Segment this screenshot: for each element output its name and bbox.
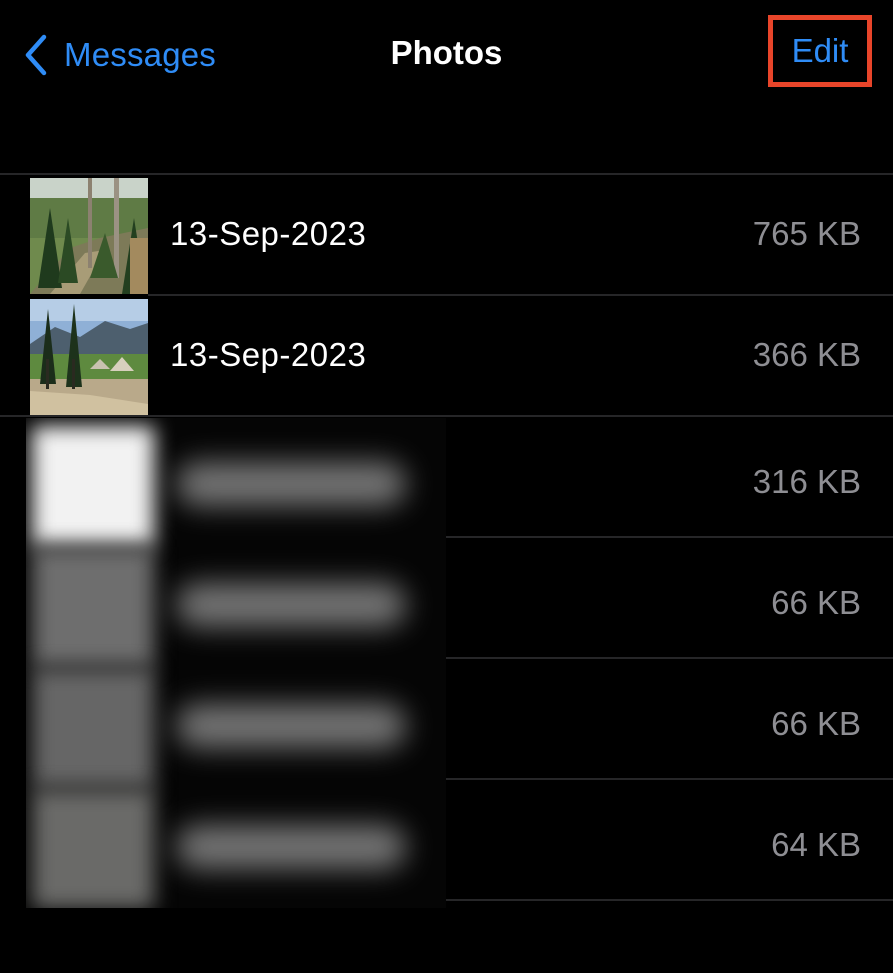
file-size: 64 KB xyxy=(771,826,861,863)
blurred-date xyxy=(176,825,406,869)
list-item[interactable]: 13-Sep-2023 366 KB xyxy=(0,296,893,417)
blurred-date xyxy=(176,704,406,748)
photo-thumbnail xyxy=(30,299,148,415)
list-item[interactable]: 13-Sep-2023 765 KB xyxy=(0,175,893,296)
divider xyxy=(446,899,893,901)
blurred-date xyxy=(176,462,406,506)
blurred-thumbnail xyxy=(32,426,154,546)
edit-button[interactable]: Edit xyxy=(768,15,872,87)
photo-thumbnail xyxy=(30,178,148,294)
redacted-region xyxy=(26,418,446,908)
navigation-bar: Messages Photos Edit xyxy=(0,0,893,110)
file-size: 316 KB xyxy=(752,463,861,500)
photo-date: 13-Sep-2023 xyxy=(170,215,367,252)
blurred-thumbnail xyxy=(32,789,154,908)
edit-label: Edit xyxy=(791,32,849,69)
page-title: Photos xyxy=(390,34,503,71)
blurred-thumbnail xyxy=(32,668,154,788)
file-size: 66 KB xyxy=(771,584,861,621)
file-size: 66 KB xyxy=(771,705,861,742)
blurred-date xyxy=(176,583,406,627)
file-size: 765 KB xyxy=(752,215,861,252)
photos-screen: Messages Photos Edit 13-Sep-2023 765 KB … xyxy=(0,0,893,973)
blurred-thumbnail xyxy=(32,547,154,667)
file-size: 366 KB xyxy=(752,336,861,373)
photo-date: 13-Sep-2023 xyxy=(170,336,367,373)
